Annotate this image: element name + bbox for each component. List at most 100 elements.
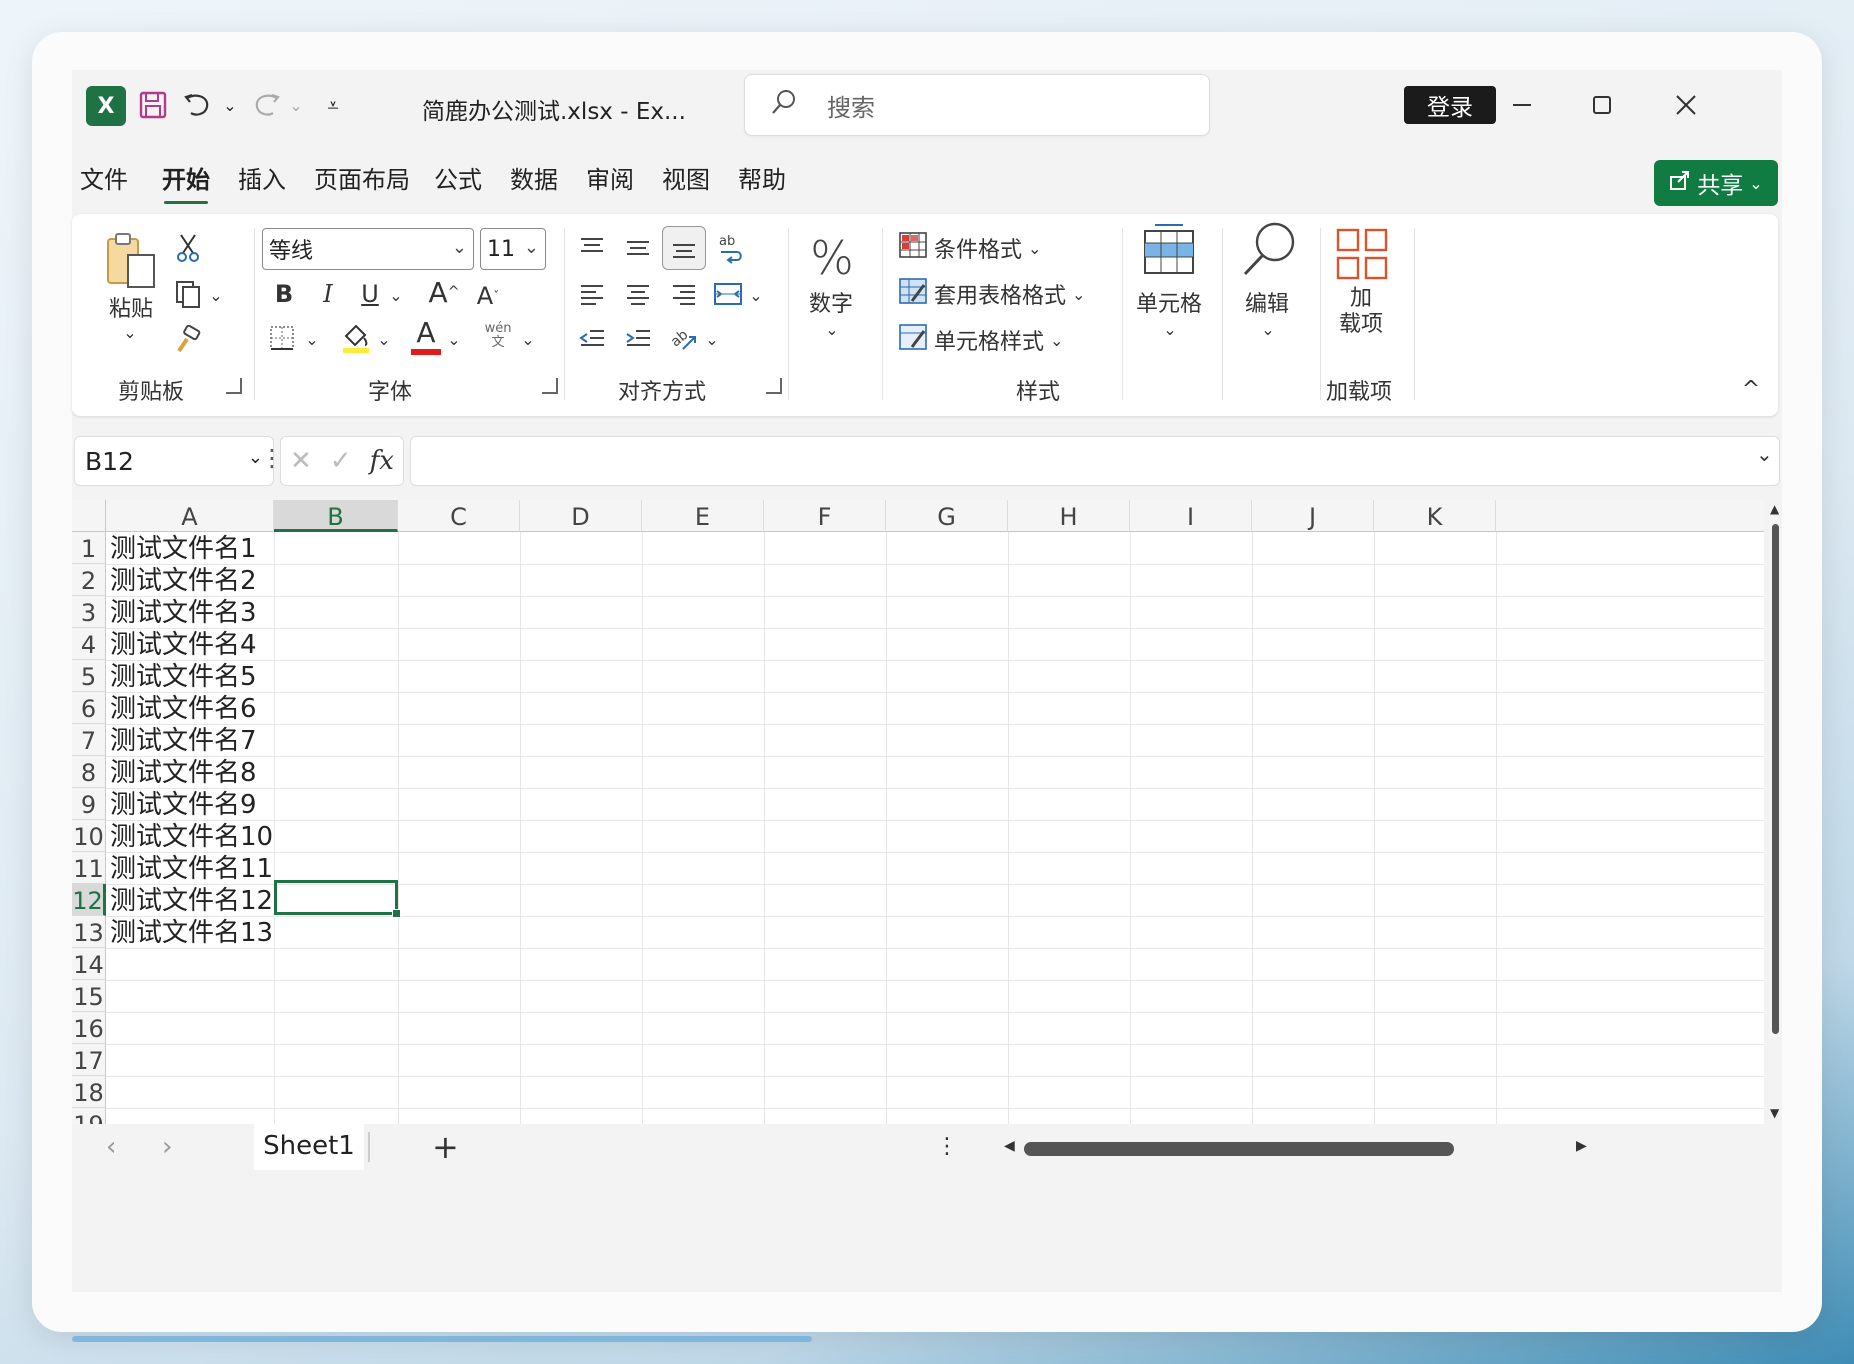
- font-color-dropdown-icon[interactable]: ⌄: [444, 324, 464, 354]
- decrease-indent-icon[interactable]: [572, 318, 612, 358]
- cells-icon[interactable]: [1138, 220, 1200, 280]
- borders-icon[interactable]: [262, 318, 302, 358]
- active-cell-b12[interactable]: [274, 880, 401, 918]
- decrease-font-button[interactable]: Aˇ: [470, 276, 506, 316]
- column-header-i[interactable]: I: [1130, 500, 1252, 532]
- addins-icon[interactable]: [1332, 224, 1392, 284]
- row-header-7[interactable]: 7: [72, 724, 106, 756]
- column-header-b[interactable]: B: [274, 500, 398, 532]
- orientation-dropdown-icon[interactable]: ⌄: [702, 324, 722, 354]
- cell-a11[interactable]: 测试文件名11: [110, 852, 273, 884]
- login-button[interactable]: 登录: [1404, 86, 1496, 124]
- close-icon[interactable]: [1656, 82, 1716, 128]
- select-all-corner[interactable]: [72, 500, 106, 532]
- chevron-left-icon[interactable]: ‹: [106, 1132, 116, 1162]
- column-header-h[interactable]: H: [1008, 500, 1130, 532]
- enter-icon[interactable]: ✓: [330, 446, 352, 476]
- column-header-k[interactable]: K: [1374, 500, 1496, 532]
- minimize-icon[interactable]: [1492, 82, 1552, 128]
- tab-home[interactable]: 开始: [162, 160, 210, 210]
- cell-a5[interactable]: 测试文件名5: [110, 660, 257, 692]
- row-header-17[interactable]: 17: [72, 1044, 106, 1076]
- scroll-down-icon[interactable]: ▼: [1770, 1106, 1779, 1120]
- sheet-tab-sheet1[interactable]: Sheet1: [254, 1124, 364, 1170]
- font-launcher-icon[interactable]: [542, 378, 558, 394]
- row-header-9[interactable]: 9: [72, 788, 106, 820]
- row-header-15[interactable]: 15: [72, 980, 106, 1012]
- cell-styles-button[interactable]: 单元格样式 ⌄: [898, 320, 1063, 360]
- copy-icon[interactable]: [170, 274, 206, 314]
- row-header-18[interactable]: 18: [72, 1076, 106, 1108]
- customize-toolbar-icon[interactable]: ⩡: [318, 84, 348, 126]
- row-header-6[interactable]: 6: [72, 692, 106, 724]
- spreadsheet-grid[interactable]: A B C D E F G H I J K 1 2 3 4 5 6 7 8 9 …: [72, 500, 1764, 1124]
- borders-dropdown-icon[interactable]: ⌄: [302, 324, 322, 354]
- row-header-13[interactable]: 13: [72, 916, 106, 948]
- tab-page-layout[interactable]: 页面布局: [314, 160, 410, 210]
- copy-dropdown-icon[interactable]: ⌄: [206, 280, 226, 310]
- row-header-2[interactable]: 2: [72, 564, 106, 596]
- row-header-19[interactable]: 19: [72, 1108, 106, 1124]
- number-format-icon[interactable]: %: [802, 228, 862, 288]
- tab-formulas[interactable]: 公式: [434, 160, 482, 210]
- column-header-e[interactable]: E: [642, 500, 764, 532]
- insert-function-icon[interactable]: fx: [370, 446, 394, 476]
- phonetic-guide-button[interactable]: wén 文: [476, 314, 520, 358]
- tab-insert[interactable]: 插入: [238, 160, 286, 210]
- phonetic-dropdown-icon[interactable]: ⌄: [518, 324, 538, 354]
- column-header-f[interactable]: F: [764, 500, 886, 532]
- search-box[interactable]: 搜索: [744, 74, 1210, 136]
- cell-a6[interactable]: 测试文件名6: [110, 692, 257, 724]
- editing-dropdown-icon[interactable]: ⌄: [1256, 314, 1280, 344]
- column-header-d[interactable]: D: [520, 500, 642, 532]
- align-top-icon[interactable]: [572, 228, 612, 268]
- cell-a9[interactable]: 测试文件名9: [110, 788, 257, 820]
- fill-color-icon[interactable]: [336, 314, 376, 360]
- column-header-g[interactable]: G: [886, 500, 1008, 532]
- chevron-right-icon[interactable]: ›: [162, 1132, 172, 1162]
- bold-button[interactable]: B: [266, 274, 302, 314]
- cell-a2[interactable]: 测试文件名2: [110, 564, 257, 596]
- wrap-text-icon[interactable]: ab: [710, 226, 750, 270]
- tab-view[interactable]: 视图: [662, 160, 710, 210]
- row-header-14[interactable]: 14: [72, 948, 106, 980]
- tab-review[interactable]: 审阅: [586, 160, 634, 210]
- conditional-formatting-button[interactable]: 条件格式 ⌄: [898, 228, 1041, 268]
- format-painter-icon[interactable]: [170, 320, 206, 360]
- formula-input[interactable]: [410, 436, 1780, 486]
- redo-icon[interactable]: [244, 84, 288, 126]
- cell-a3[interactable]: 测试文件名3: [110, 596, 257, 628]
- align-right-icon[interactable]: [664, 274, 704, 314]
- scroll-left-icon[interactable]: ◀: [1004, 1138, 1015, 1154]
- maximize-icon[interactable]: [1572, 82, 1632, 128]
- cell-a4[interactable]: 测试文件名4: [110, 628, 257, 660]
- cell-a1[interactable]: 测试文件名1: [110, 532, 257, 564]
- cell-a12[interactable]: 测试文件名12: [110, 884, 273, 916]
- column-header-a[interactable]: A: [106, 500, 274, 532]
- undo-dropdown-icon[interactable]: ⌄: [220, 84, 240, 126]
- vertical-scroll-thumb[interactable]: [1772, 524, 1779, 1034]
- underline-dropdown-icon[interactable]: ⌄: [386, 280, 406, 310]
- tab-help[interactable]: 帮助: [738, 160, 786, 210]
- addins-button[interactable]: 加 载项: [1326, 286, 1396, 338]
- row-header-8[interactable]: 8: [72, 756, 106, 788]
- merge-center-icon[interactable]: [708, 274, 748, 314]
- merge-dropdown-icon[interactable]: ⌄: [746, 280, 766, 310]
- more-options-icon[interactable]: ⋮: [936, 1134, 958, 1159]
- horizontal-scroll-thumb[interactable]: [1024, 1142, 1454, 1156]
- cells-dropdown-icon[interactable]: ⌄: [1158, 314, 1182, 344]
- editing-search-icon[interactable]: [1236, 220, 1302, 280]
- row-header-5[interactable]: 5: [72, 660, 106, 692]
- expand-formula-icon[interactable]: ⌄: [1756, 442, 1780, 466]
- undo-icon[interactable]: [176, 84, 220, 126]
- scroll-up-icon[interactable]: ▲: [1770, 502, 1779, 516]
- fill-color-dropdown-icon[interactable]: ⌄: [374, 324, 394, 354]
- font-name-select[interactable]: 等线 ⌄: [262, 228, 474, 270]
- collapse-ribbon-icon[interactable]: ^: [1736, 374, 1766, 404]
- font-color-button[interactable]: A: [406, 310, 446, 360]
- add-sheet-button[interactable]: +: [432, 1128, 459, 1166]
- cell-a8[interactable]: 测试文件名8: [110, 756, 257, 788]
- tab-file[interactable]: 文件: [80, 160, 128, 210]
- cell-a13[interactable]: 测试文件名13: [110, 916, 273, 948]
- redo-dropdown-icon[interactable]: ⌄: [286, 84, 306, 126]
